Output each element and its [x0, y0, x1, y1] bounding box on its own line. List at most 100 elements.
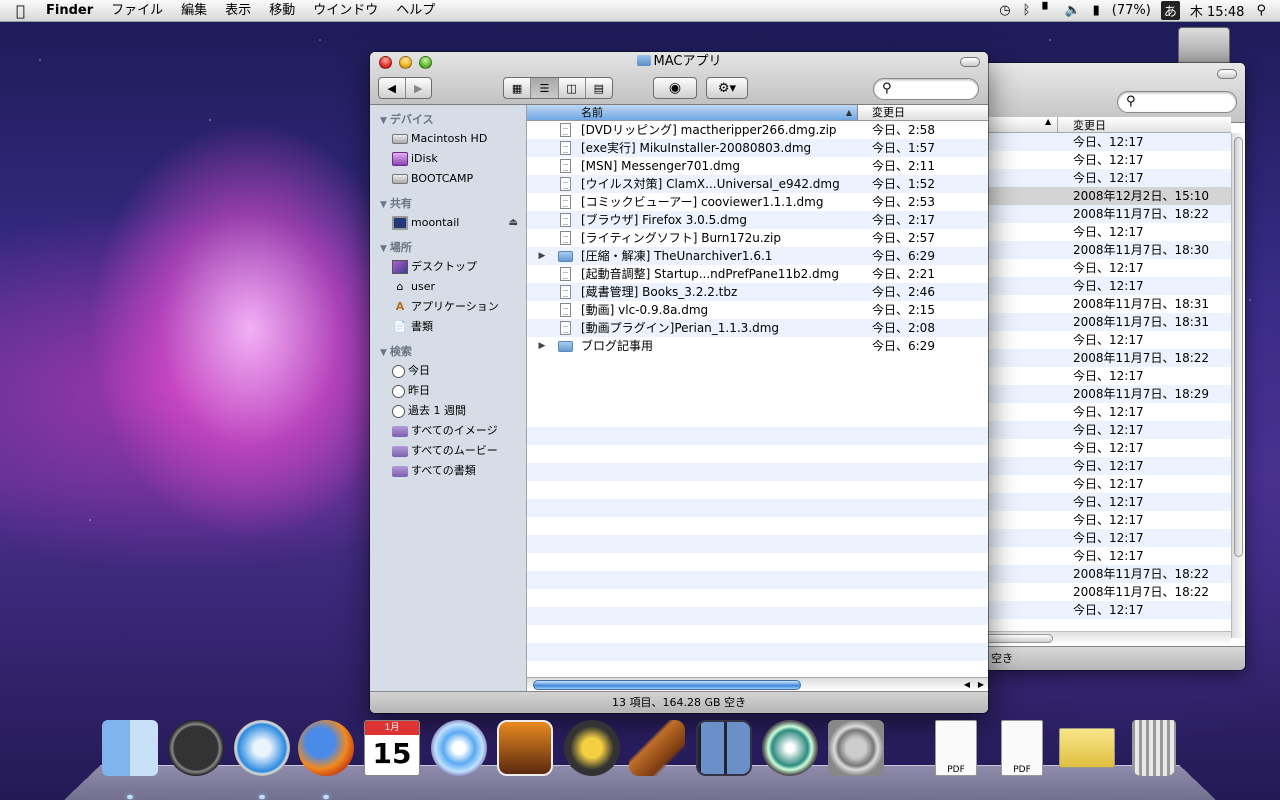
menu-window[interactable]: ウインドウ — [304, 0, 387, 22]
eject-icon[interactable]: ⏏ — [509, 213, 518, 233]
column-view-button[interactable]: ◫ — [559, 78, 586, 98]
back-file-row[interactable]: 2008年11月7日、18:22 — [985, 583, 1231, 601]
battery-percent[interactable]: (77%) — [1106, 3, 1157, 18]
disclosure-triangle-icon[interactable]: ▶ — [527, 337, 557, 355]
back-horizontal-scrollbar[interactable] — [985, 631, 1231, 645]
dock-imovie[interactable] — [563, 717, 621, 779]
sidebar-header-search[interactable]: ▼ 検索 — [370, 343, 526, 361]
coverflow-view-button[interactable]: ▤ — [586, 78, 612, 98]
menu-clock[interactable]: 木 15:48 — [1184, 1, 1251, 20]
sidebar-item-all-documents[interactable]: すべての書類 — [370, 461, 526, 481]
time-machine-icon[interactable]: ◷ — [993, 3, 1016, 18]
file-row[interactable]: [ブラウザ] Firefox 3.0.5.dmg 今日、2:17 — [527, 211, 988, 229]
quick-look-button[interactable]: ◉ — [653, 77, 697, 99]
back-search-field[interactable]: ⚲ — [1117, 91, 1237, 113]
back-file-row[interactable]: 今日、12:17 — [985, 511, 1231, 529]
sidebar-item-user[interactable]: ⌂ user — [370, 277, 526, 297]
disclosure-triangle-icon[interactable]: ▶ — [527, 247, 557, 265]
back-file-row[interactable]: 今日、12:17 — [985, 403, 1231, 421]
wifi-icon[interactable]: ▘ — [1036, 3, 1058, 18]
back-file-row[interactable]: 2008年12月2日、15:10 — [985, 187, 1231, 205]
forward-button[interactable]: ▶ — [406, 78, 432, 98]
menu-view[interactable]: 表示 — [216, 0, 260, 22]
back-file-row[interactable]: 2008年11月7日、18:22 — [985, 205, 1231, 223]
volume-icon[interactable]: 🔈 — [1058, 3, 1086, 18]
back-file-row[interactable]: 今日、12:17 — [985, 169, 1231, 187]
hard-drive-desktop-icon[interactable] — [1178, 27, 1230, 67]
back-file-row[interactable]: 今日、12:17 — [985, 421, 1231, 439]
file-row[interactable]: [起動音調整] Startup...ndPrefPane11b2.dmg 今日、2… — [527, 265, 988, 283]
dock-firefox-document[interactable] — [1058, 717, 1116, 779]
back-button[interactable]: ◀ — [379, 78, 406, 98]
dock-iphoto[interactable] — [496, 717, 554, 779]
menu-file[interactable]: ファイル — [102, 0, 172, 22]
sidebar-item-documents[interactable]: 📄 書類 — [370, 317, 526, 337]
sidebar-item-past-week[interactable]: 過去 1 週間 — [370, 401, 526, 421]
back-file-row[interactable]: 今日、12:17 — [985, 259, 1231, 277]
dock-safari[interactable] — [233, 717, 291, 779]
back-file-row[interactable]: 2008年11月7日、18:30 — [985, 241, 1231, 259]
column-header-name[interactable]: 名前 ▲ — [527, 105, 858, 120]
back-file-row[interactable]: 今日、12:17 — [985, 547, 1231, 565]
sidebar-header-devices[interactable]: ▼ デバイス — [370, 111, 526, 129]
background-finder-window[interactable]: ⚲ ▲ 変更日 今日、12:17 今日、12:17 今日、12:17 2008年12月… — [985, 63, 1245, 670]
sidebar-item-all-images[interactable]: すべてのイメージ — [370, 421, 526, 441]
spotlight-icon[interactable]: ⚲ — [1250, 3, 1280, 18]
menu-go[interactable]: 移動 — [260, 0, 304, 22]
toolbar-toggle-button[interactable] — [1217, 69, 1237, 79]
sidebar-item-yesterday[interactable]: 昨日 — [370, 381, 526, 401]
sidebar-item-desktop[interactable]: デスクトップ — [370, 257, 526, 277]
dock-system-preferences[interactable] — [827, 717, 885, 779]
menu-app-name[interactable]: Finder — [37, 0, 102, 22]
back-file-row[interactable]: 今日、12:17 — [985, 475, 1231, 493]
file-row[interactable]: [exe実行] MikuInstaller-20080803.dmg 今日、1:5… — [527, 139, 988, 157]
file-row[interactable]: [ライティングソフト] Burn172u.zip 今日、2:57 — [527, 229, 988, 247]
back-file-row[interactable]: 今日、12:17 — [985, 367, 1231, 385]
dock-trash[interactable] — [1125, 717, 1183, 779]
back-file-row[interactable]: 今日、12:17 — [985, 133, 1231, 151]
battery-icon[interactable]: ▮ — [1087, 3, 1106, 18]
back-file-row[interactable]: 今日、12:17 — [985, 529, 1231, 547]
dock-pdf-document-1[interactable]: PDF — [927, 717, 985, 779]
dock-garageband[interactable] — [628, 717, 686, 779]
sidebar-item-bootcamp[interactable]: BOOTCAMP — [370, 169, 526, 189]
file-row[interactable]: [ウイルス対策] ClamX...Universal_e942.dmg 今日、1:… — [527, 175, 988, 193]
file-row[interactable]: ▶ [圧縮・解凍] TheUnarchiver1.6.1 今日、6:29 — [527, 247, 988, 265]
action-menu-button[interactable]: ⚙▾ — [706, 77, 748, 99]
back-column-date[interactable]: 変更日 — [1073, 117, 1106, 133]
back-file-row[interactable]: 2008年11月7日、18:29 — [985, 385, 1231, 403]
dock-time-machine[interactable] — [761, 717, 819, 779]
back-file-row[interactable]: 今日、12:17 — [985, 493, 1231, 511]
sidebar-item-applications[interactable]: A アプリケーション — [370, 297, 526, 317]
menu-edit[interactable]: 編集 — [172, 0, 216, 22]
back-file-row[interactable]: 2008年11月7日、18:31 — [985, 295, 1231, 313]
scroll-left-icon[interactable]: ◀ — [960, 678, 974, 692]
sidebar-header-places[interactable]: ▼ 場所 — [370, 239, 526, 257]
back-file-row[interactable]: 今日、12:17 — [985, 331, 1231, 349]
sidebar-item-all-movies[interactable]: すべてのムービー — [370, 441, 526, 461]
dock-dashboard[interactable] — [167, 717, 225, 779]
sidebar-item-idisk[interactable]: iDisk — [370, 149, 526, 169]
back-file-row[interactable]: 今日、12:17 — [985, 277, 1231, 295]
list-view-button[interactable]: ☰ — [531, 78, 559, 98]
file-row[interactable]: ▶ ブログ記事用 今日、6:29 — [527, 337, 988, 355]
dock-pdf-document-2[interactable]: PDF — [993, 717, 1051, 779]
horizontal-scrollbar[interactable]: ◀ ▶ — [527, 677, 988, 691]
back-file-row[interactable]: 2008年11月7日、18:22 — [985, 565, 1231, 583]
finder-window[interactable]: MACアプリ ◀ ▶ ▦ ☰ ◫ ▤ ◉ ⚙▾ ⚲ ▼ デバイス Macintos… — [370, 52, 988, 713]
scrollbar-thumb[interactable] — [533, 680, 801, 690]
dock-ical[interactable]: 1月 15 — [363, 717, 421, 779]
apple-menu-icon[interactable]:  — [0, 0, 37, 22]
column-header-date[interactable]: 変更日 — [858, 105, 988, 120]
file-row[interactable]: [蔵書管理] Books_3.2.2.tbz 今日、2:46 — [527, 283, 988, 301]
file-row[interactable]: [コミックビューアー] cooviewer1.1.1.dmg 今日、2:53 — [527, 193, 988, 211]
back-file-row[interactable]: 2008年11月7日、18:22 — [985, 349, 1231, 367]
back-file-row[interactable]: 今日、12:17 — [985, 223, 1231, 241]
input-method-icon[interactable]: あ — [1160, 1, 1180, 20]
back-file-row[interactable]: 今日、12:17 — [985, 457, 1231, 475]
back-file-row[interactable]: 2008年11月7日、18:31 — [985, 313, 1231, 331]
icon-view-button[interactable]: ▦ — [504, 78, 532, 98]
menu-help[interactable]: ヘルプ — [387, 0, 444, 22]
dock-spaces[interactable] — [695, 717, 753, 779]
file-row[interactable]: [DVDリッピング] mactheripper266.dmg.zip 今日、2:5… — [527, 121, 988, 139]
